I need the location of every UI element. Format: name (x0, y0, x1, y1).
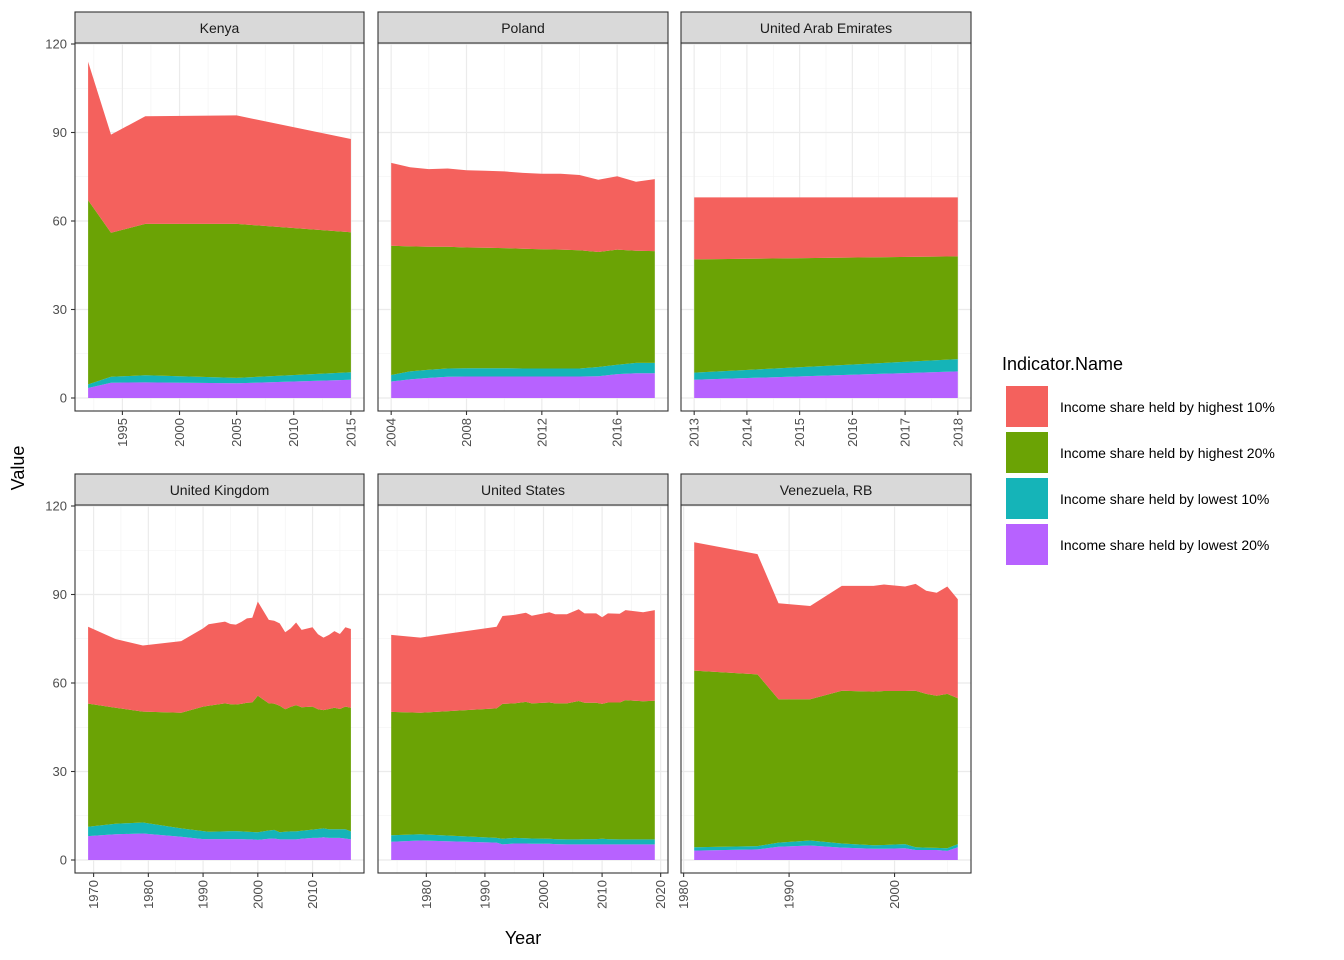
area-high20 (391, 700, 655, 840)
x-tick-label: 1995 (115, 418, 130, 447)
faceted-stacked-area-chart: Value Year Kenya 0 30 60 90 120 1995 2000 2005 20… (8, 11, 1275, 948)
legend-title: Indicator.Name (1002, 354, 1123, 374)
area-high20 (88, 695, 351, 833)
y-tick-label: 0 (60, 853, 67, 868)
area-high20 (694, 670, 958, 849)
y-tick-label: 0 (60, 391, 67, 406)
x-tick-label: 2020 (653, 880, 668, 909)
x-tick-label: 2013 (687, 418, 702, 447)
legend-key-swatch (1006, 524, 1048, 565)
x-tick-label: 2005 (229, 418, 244, 447)
x-tick-label: 2015 (343, 418, 358, 447)
y-tick-label: 90 (53, 125, 67, 140)
y-tick-label: 120 (45, 37, 67, 52)
area-high10 (694, 197, 958, 260)
legend-label: Income share held by highest 10% (1060, 399, 1275, 415)
x-tick-label: 2010 (286, 418, 301, 447)
legend-item: Income share held by highest 10% (1005, 385, 1275, 428)
y-tick-label: 90 (53, 587, 67, 602)
x-tick-label: 1980 (676, 880, 691, 909)
y-tick-label: 30 (53, 302, 67, 317)
legend-item: Income share held by lowest 10% (1005, 477, 1269, 520)
legend-key-swatch (1006, 432, 1048, 473)
x-tick-label: 2010 (305, 880, 320, 909)
facet-strip-label: Poland (501, 20, 545, 36)
y-tick-label: 60 (53, 676, 67, 691)
x-tick-label: 1980 (419, 880, 434, 909)
facet-strip-label: United Kingdom (170, 482, 270, 498)
legend-key-swatch (1006, 386, 1048, 427)
x-tick-label: 2010 (595, 880, 610, 909)
legend-item: Income share held by lowest 20% (1005, 523, 1269, 566)
y-tick-label: 60 (53, 214, 67, 229)
x-tick-label: 2000 (887, 880, 902, 909)
x-axis-title: Year (505, 928, 541, 948)
facet-strip-label: Kenya (200, 20, 240, 36)
x-tick-label: 1990 (477, 880, 492, 909)
x-tick-label: 2000 (172, 418, 187, 447)
facet-strip-label: United States (481, 482, 565, 498)
facet-panel: Kenya 0 30 60 90 120 1995 2000 2005 2010 2015 (45, 11, 365, 447)
facet-panel: United States 1980 1990 2000 2010 2020 (377, 473, 669, 909)
x-tick-label: 1990 (196, 880, 211, 909)
x-tick-label: 2012 (534, 418, 549, 447)
x-tick-label: 2016 (845, 418, 860, 447)
x-tick-label: 1990 (782, 880, 797, 909)
legend-key-swatch (1006, 478, 1048, 519)
x-tick-label: 2018 (950, 418, 965, 447)
legend-label: Income share held by lowest 20% (1060, 537, 1269, 553)
x-tick-label: 2004 (384, 418, 399, 447)
legend-item: Income share held by highest 20% (1005, 431, 1275, 474)
x-tick-label: 2014 (739, 418, 754, 447)
facet-panels: Kenya 0 30 60 90 120 1995 2000 2005 2010 2015 Polan… (45, 11, 972, 909)
x-tick-label: 1980 (141, 880, 156, 909)
x-tick-label: 2008 (459, 418, 474, 447)
y-tick-label: 30 (53, 764, 67, 779)
area-high20 (694, 256, 958, 373)
facet-panel: United Kingdom 0 30 60 90 120 1970 1980 1990 2000… (45, 473, 365, 909)
legend-label: Income share held by highest 20% (1060, 445, 1275, 461)
x-tick-label: 2016 (610, 418, 625, 447)
facet-panel: Venezuela, RB 1980 1990 2000 (676, 473, 972, 909)
facet-panel: Poland 2004 2008 2012 2016 (377, 11, 669, 447)
x-tick-label: 2000 (536, 880, 551, 909)
x-tick-label: 2000 (250, 880, 265, 909)
facet-panel: United Arab Emirates 2013 2014 2015 2016 2017… (680, 11, 972, 447)
legend-label: Income share held by lowest 10% (1060, 491, 1269, 507)
y-tick-label: 120 (45, 499, 67, 514)
area-high20 (391, 245, 655, 375)
legend: Indicator.Name Income share held by high… (1002, 354, 1275, 566)
x-tick-label: 2017 (898, 418, 913, 447)
facet-strip-label: Venezuela, RB (780, 482, 873, 498)
x-tick-label: 1970 (86, 880, 101, 909)
y-axis-title: Value (8, 446, 28, 491)
facet-strip-label: United Arab Emirates (760, 20, 892, 36)
x-tick-label: 2015 (792, 418, 807, 447)
